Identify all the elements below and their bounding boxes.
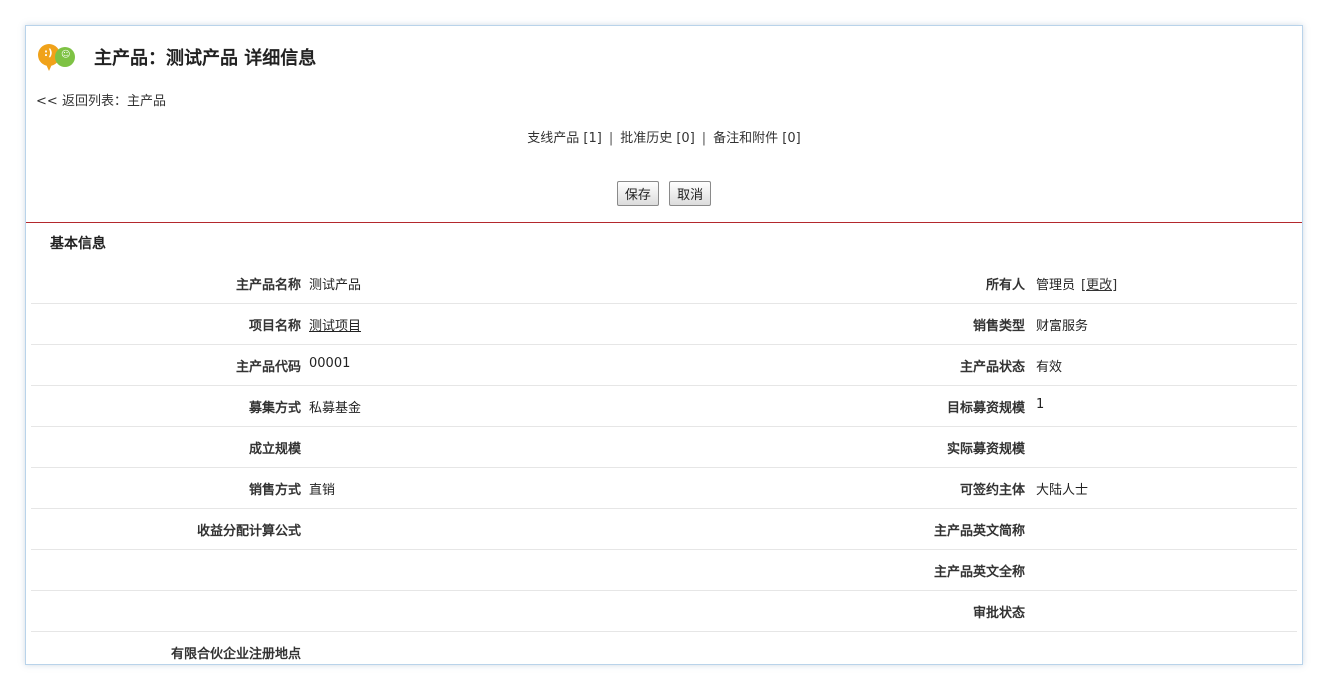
field-value: 00001 xyxy=(309,356,351,371)
back-to-list-link[interactable]: << 返回列表：主产品 xyxy=(36,90,166,109)
field-label: 成立规模 xyxy=(248,442,301,457)
separator: | xyxy=(608,131,614,146)
field-row: 主产品代码 00001 主产品状态 有效 xyxy=(31,345,1297,386)
field-value: 私募基金 xyxy=(309,401,362,416)
related-lists: 支线产品 [1] | 批准历史 [0] | 备注和附件 [0] xyxy=(26,127,1302,146)
field-label: 收益分配计算公式 xyxy=(196,524,301,539)
field-label: 主产品状态 xyxy=(959,360,1025,375)
field-label: 有限合伙企业注册地点 xyxy=(170,647,301,662)
field-grid: 主产品名称 测试产品 所有人 管理员 [更改] 项目名称 测试项目 销售类型 财富… xyxy=(31,263,1297,664)
project-link[interactable]: 测试项目 xyxy=(309,319,361,334)
field-label: 所有人 xyxy=(985,278,1025,293)
field-label: 主产品代码 xyxy=(235,360,301,375)
field-row: 成立规模 实际募资规模 xyxy=(31,427,1297,468)
field-row: 收益分配计算公式 主产品英文简称 xyxy=(31,509,1297,550)
back-to-list-label[interactable]: 返回列表：主产品 xyxy=(62,94,166,109)
related-link-notes-attachments[interactable]: 备注和附件 [0] xyxy=(713,131,801,146)
field-label: 主产品名称 xyxy=(235,278,301,293)
field-value-owner: 管理员 [更改] xyxy=(1036,274,1117,293)
related-link-sub-products[interactable]: 支线产品 [1] xyxy=(527,131,602,146)
field-label: 审批状态 xyxy=(972,606,1025,621)
divider xyxy=(26,222,1302,223)
field-row: 审批状态 xyxy=(31,591,1297,632)
field-row: 销售方式 直销 可签约主体 大陆人士 xyxy=(31,468,1297,509)
field-label: 项目名称 xyxy=(248,319,301,334)
field-value: 1 xyxy=(1036,397,1045,412)
field-value: 测试项目 xyxy=(309,315,361,334)
field-label: 销售方式 xyxy=(248,483,301,498)
field-value: 有效 xyxy=(1036,360,1063,375)
field-value: 财富服务 xyxy=(1036,319,1089,334)
change-owner-link[interactable]: [更改] xyxy=(1081,278,1117,293)
field-label: 募集方式 xyxy=(248,401,301,416)
field-label: 实际募资规模 xyxy=(946,442,1025,457)
field-value: 大陆人士 xyxy=(1036,483,1089,498)
field-row: 有限合伙企业注册地点 xyxy=(31,632,1297,664)
field-label: 目标募资规模 xyxy=(946,401,1025,416)
back-arrow: << xyxy=(36,94,58,109)
field-value: 直销 xyxy=(309,483,336,498)
page-title: 主产品：测试产品 详细信息 xyxy=(94,48,317,69)
field-row: 主产品英文全称 xyxy=(31,550,1297,591)
field-row: 主产品名称 测试产品 所有人 管理员 [更改] xyxy=(31,263,1297,304)
field-row: 募集方式 私募基金 目标募资规模 1 xyxy=(31,386,1297,427)
cancel-button[interactable]: 取消 xyxy=(669,181,712,206)
field-label: 销售类型 xyxy=(972,319,1025,334)
button-bar: 保存 取消 xyxy=(26,181,1302,206)
owner-name: 管理员 xyxy=(1036,278,1076,293)
save-button[interactable]: 保存 xyxy=(616,181,659,206)
section-title: 基本信息 xyxy=(50,236,106,252)
detail-panel: :) ☺ 主产品：测试产品 详细信息 << 返回列表：主产品 支线产品 [1] | 批… xyxy=(25,25,1303,665)
page-header: :) ☺ 主产品：测试产品 详细信息 xyxy=(38,42,316,72)
related-link-approval-history[interactable]: 批准历史 [0] xyxy=(620,131,695,146)
field-label: 主产品英文简称 xyxy=(933,524,1025,539)
field-label: 主产品英文全称 xyxy=(933,565,1025,580)
separator: | xyxy=(701,131,707,146)
field-row: 项目名称 测试项目 销售类型 财富服务 xyxy=(31,304,1297,345)
field-label: 可签约主体 xyxy=(959,483,1025,498)
field-value: 测试产品 xyxy=(309,278,362,293)
chat-bubbles-icon: :) ☺ xyxy=(38,42,78,72)
